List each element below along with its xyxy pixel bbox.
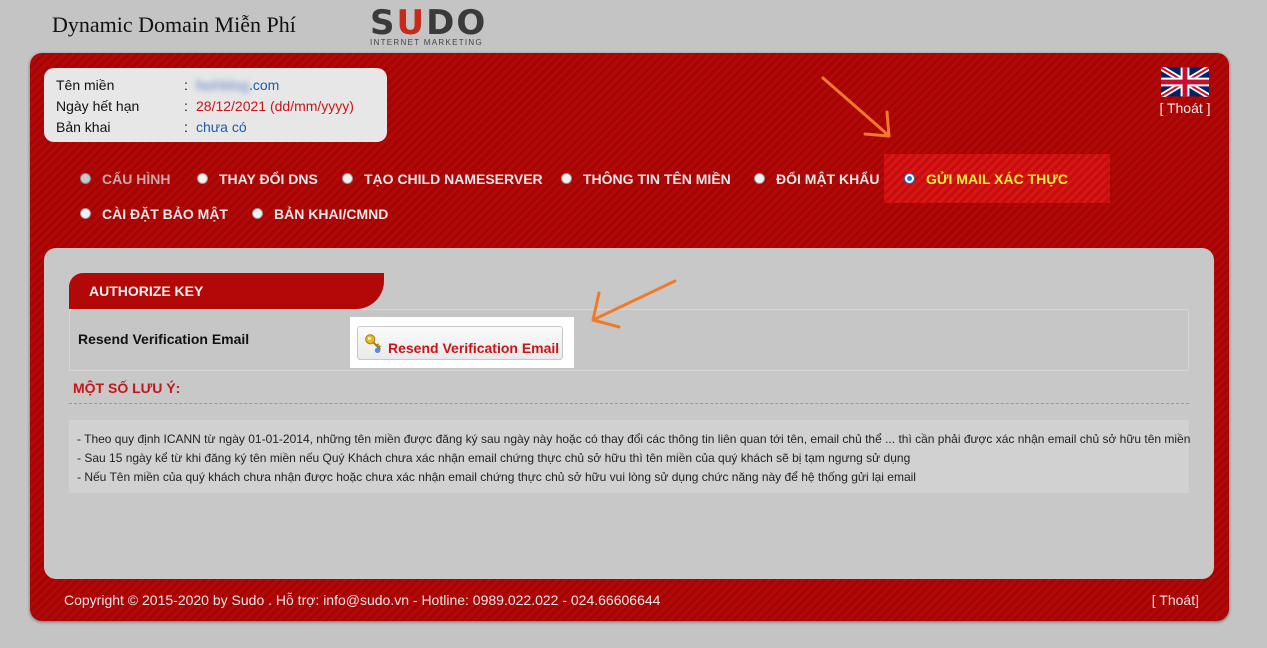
- radio-icon: [80, 173, 91, 184]
- main-panel: Tên miền : fashblog.com Ngày hết hạn : 2…: [30, 53, 1229, 621]
- uk-flag-icon[interactable]: [1161, 67, 1209, 97]
- expiry-value: 28/12/2021 (dd/mm/yyyy): [196, 98, 354, 114]
- separator: :: [184, 98, 188, 114]
- nav-item-label: TẠO CHILD NAMESERVER: [364, 171, 543, 187]
- separator: :: [184, 77, 188, 93]
- annotation-arrow-icon: [821, 76, 891, 138]
- footer-copyright: Copyright © 2015-2020 by Sudo . Hỗ trợ: …: [64, 592, 661, 608]
- radio-icon[interactable]: [197, 173, 208, 184]
- declaration-label: Bản khai: [56, 119, 111, 135]
- domain-name-value: fashblog.com: [196, 77, 279, 93]
- nav-item-label: CẤU HÌNH: [102, 171, 171, 187]
- separator: :: [184, 119, 188, 135]
- domain-info-box: Tên miền : fashblog.com Ngày hết hạn : 2…: [44, 68, 387, 142]
- resend-verification-button[interactable]: Resend Verification Email: [357, 326, 563, 360]
- note-item: - Theo quy định ICANN từ ngày 01-01-2014…: [77, 432, 1191, 446]
- sudo-logo[interactable]: SUDO INTERNET MARKETING: [370, 3, 505, 47]
- note-item: - Sau 15 ngày kể từ khi đăng ký tên miền…: [77, 451, 911, 465]
- annotation-arrow-icon: [591, 279, 677, 329]
- expiry-label: Ngày hết hạn: [56, 98, 140, 114]
- nav-item-label: GỬI MAIL XÁC THỰC: [926, 171, 1068, 187]
- key-icon: [365, 334, 381, 354]
- radio-icon[interactable]: [252, 208, 263, 219]
- note-item: - Nếu Tên miền của quý khách chưa nhận đ…: [77, 470, 916, 484]
- logout-link-top[interactable]: [ Thoát ]: [1155, 100, 1215, 116]
- notes-divider: [69, 403, 1189, 404]
- resend-row-label: Resend Verification Email: [78, 331, 250, 347]
- domain-suffix: .com: [248, 77, 280, 93]
- radio-icon[interactable]: [342, 173, 353, 184]
- resend-button-highlight: Resend Verification Email: [350, 317, 574, 368]
- notes-title: MỘT SỐ LƯU Ý:: [73, 380, 181, 396]
- nav-item-label: THAY ĐỔI DNS: [219, 171, 318, 187]
- declaration-value: chưa có: [196, 119, 247, 135]
- radio-icon[interactable]: [80, 208, 91, 219]
- radio-icon[interactable]: [754, 173, 765, 184]
- radio-icon[interactable]: [904, 173, 915, 184]
- nav-item-label: CÀI ĐẶT BẢO MẬT: [102, 206, 228, 222]
- site-title: Dynamic Domain Miễn Phí: [52, 12, 296, 37]
- logo-wordmark: SUDO: [370, 3, 488, 43]
- authorize-key-header: AUTHORIZE KEY: [69, 273, 384, 309]
- nav-item-label: BẢN KHAI/CMND: [274, 206, 389, 222]
- radio-icon[interactable]: [561, 173, 572, 184]
- resend-button-label: Resend Verification Email: [388, 340, 560, 356]
- domain-name-label: Tên miền: [56, 77, 115, 93]
- domain-name-blurred: fashblog: [196, 77, 249, 93]
- nav-item-label: THÔNG TIN TÊN MIỀN: [583, 171, 731, 187]
- notes-list: - Theo quy định ICANN từ ngày 01-01-2014…: [69, 420, 1191, 493]
- language-area: [ Thoát ]: [1155, 67, 1215, 116]
- logout-link-bottom[interactable]: [ Thoát]: [1152, 592, 1199, 608]
- nav-item-label: ĐỔI MẬT KHẨU: [776, 171, 880, 187]
